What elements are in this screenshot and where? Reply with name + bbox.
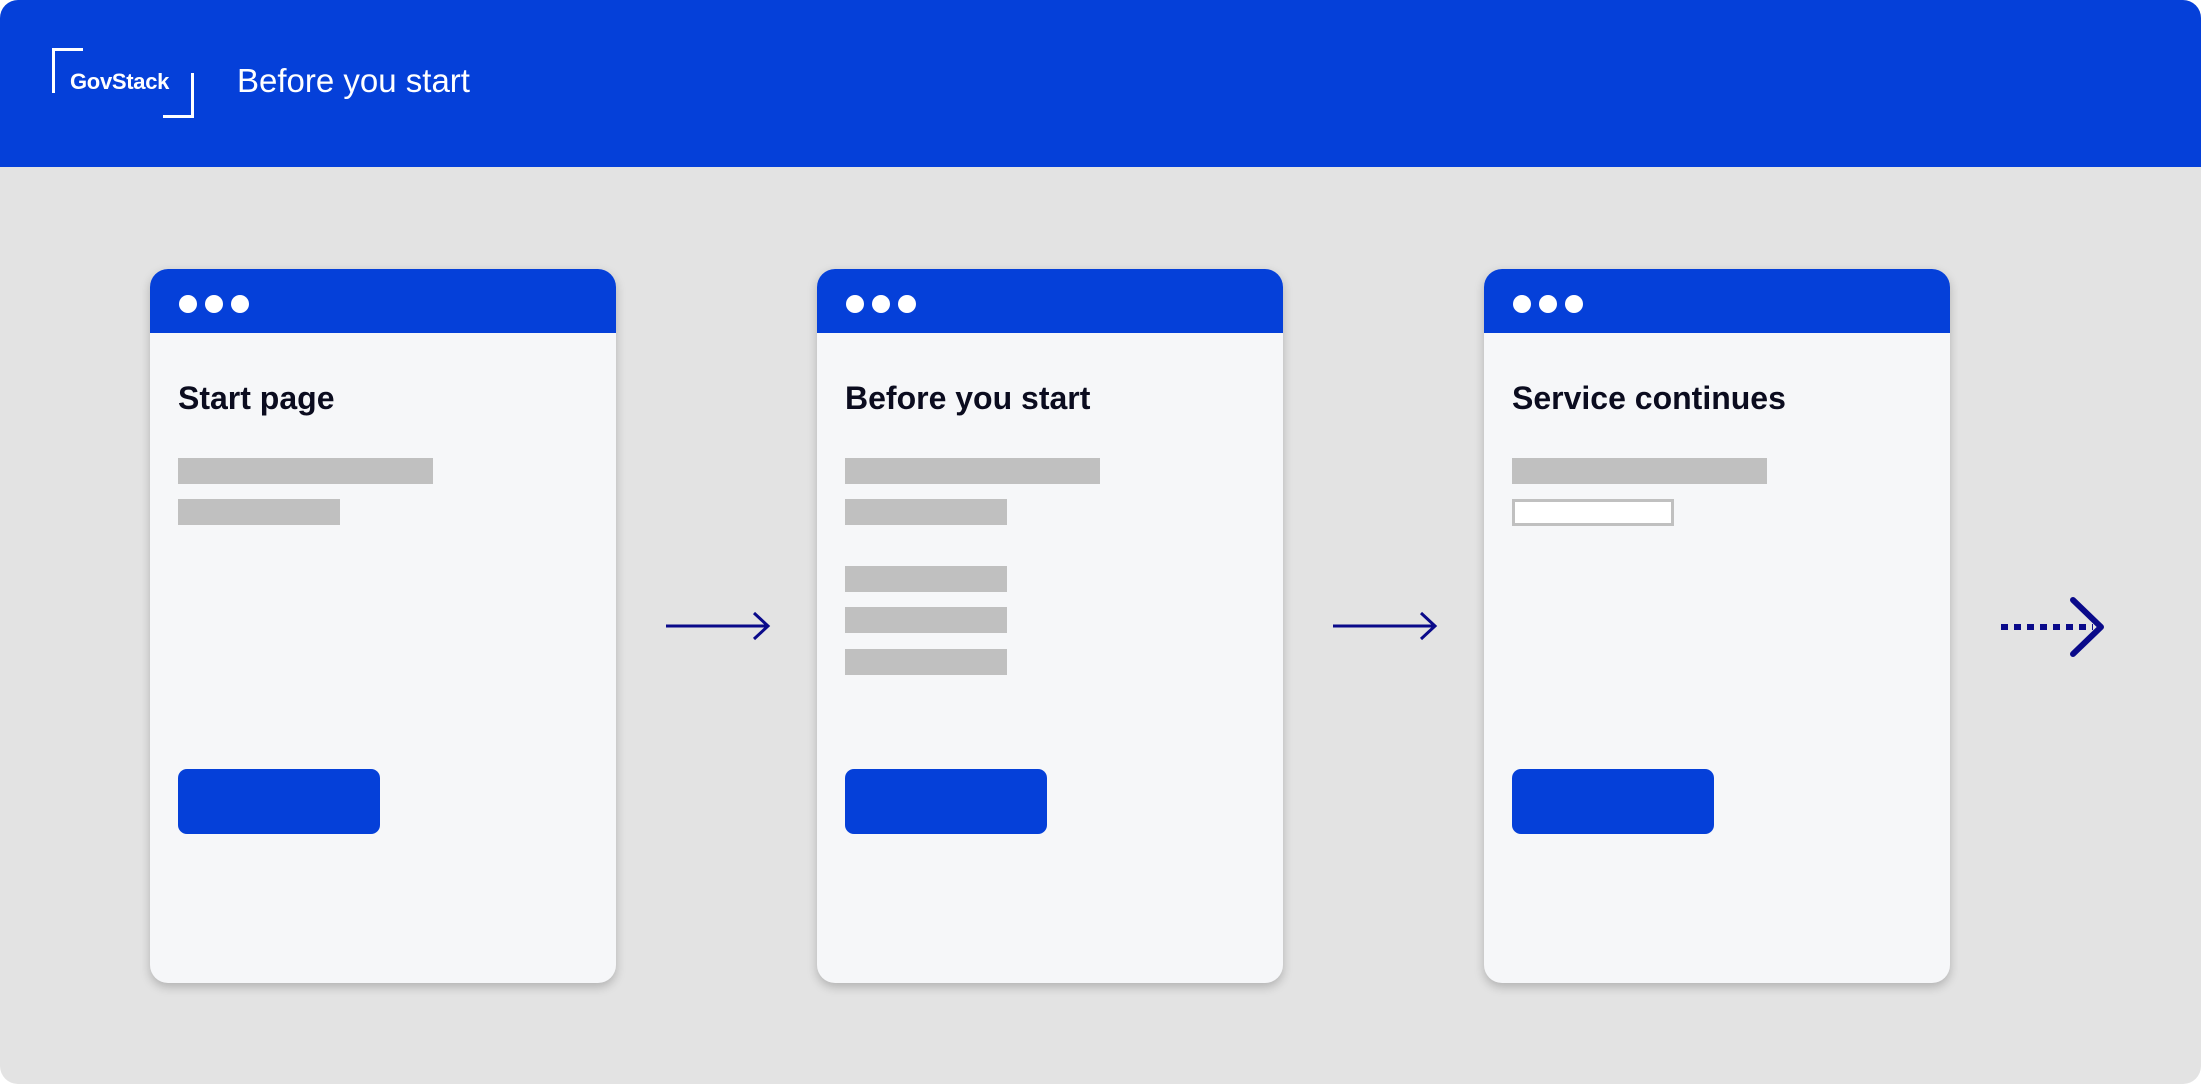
window-dot-icon bbox=[1513, 295, 1531, 313]
browser-bar bbox=[817, 269, 1283, 333]
text-placeholder bbox=[178, 458, 433, 484]
list-placeholder bbox=[845, 566, 1007, 592]
input-field-placeholder[interactable] bbox=[1512, 499, 1674, 526]
window-dot-icon bbox=[205, 295, 223, 313]
window-dot-icon bbox=[179, 295, 197, 313]
browser-bar bbox=[150, 269, 616, 333]
text-placeholder bbox=[845, 499, 1007, 525]
browser-bar bbox=[1484, 269, 1950, 333]
window-dot-icon bbox=[898, 295, 916, 313]
screen-title: Before you start bbox=[845, 380, 1091, 416]
window-dot-icon bbox=[846, 295, 864, 313]
screen-service-continues: Service continues bbox=[1484, 269, 1950, 983]
logo-corner-bottom-right bbox=[163, 73, 194, 118]
window-dot-icon bbox=[1539, 295, 1557, 313]
logo-text: GovStack bbox=[70, 69, 170, 94]
screen-title: Service continues bbox=[1512, 380, 1786, 416]
continue-button[interactable] bbox=[845, 769, 1047, 834]
text-placeholder bbox=[1512, 458, 1767, 484]
screen-title: Start page bbox=[178, 380, 335, 416]
header-bar: GovStack Before you start bbox=[0, 0, 2201, 167]
screen-before-you-start: Before you start bbox=[817, 269, 1283, 983]
diagram-canvas: GovStack Before you start Start page Bef… bbox=[0, 0, 2201, 1084]
window-dot-icon bbox=[1565, 295, 1583, 313]
screen-start-page: Start page bbox=[150, 269, 616, 983]
text-placeholder bbox=[178, 499, 340, 525]
govstack-logo[interactable]: GovStack bbox=[52, 48, 194, 118]
page-title: Before you start bbox=[237, 62, 470, 99]
list-placeholder bbox=[845, 649, 1007, 675]
dotted-continue-arrow-icon bbox=[2001, 597, 2104, 657]
flow-arrow-icon bbox=[1333, 611, 1438, 641]
flow-arrow-icon bbox=[666, 611, 771, 641]
window-dot-icon bbox=[231, 295, 249, 313]
text-placeholder bbox=[845, 458, 1100, 484]
start-button[interactable] bbox=[178, 769, 380, 834]
window-dot-icon bbox=[872, 295, 890, 313]
continue-button[interactable] bbox=[1512, 769, 1714, 834]
list-placeholder bbox=[845, 607, 1007, 633]
